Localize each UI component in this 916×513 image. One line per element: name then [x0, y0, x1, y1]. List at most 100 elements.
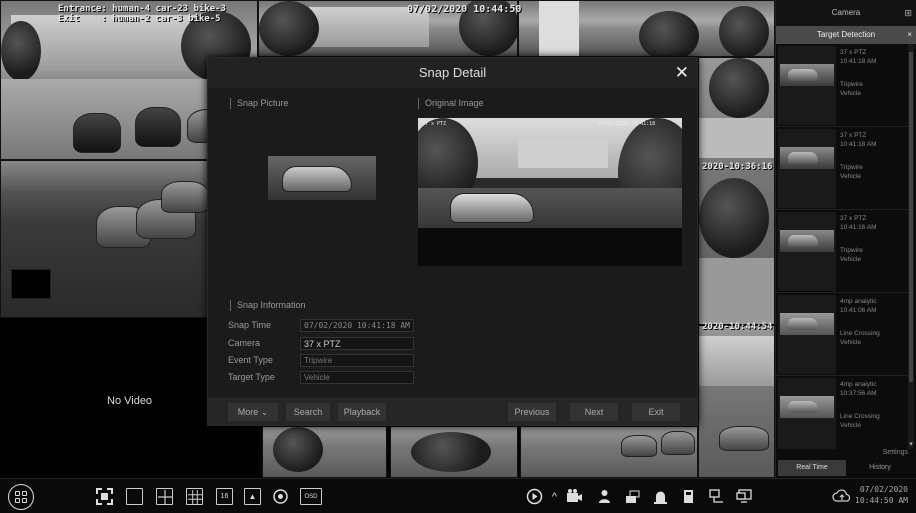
camera-tile-5[interactable] — [698, 325, 775, 478]
detection-thumbnail — [778, 212, 836, 291]
counting-overlay: Entrance: human-4 car-23 bike-3 Exit : h… — [58, 4, 226, 24]
detection-target: Vehicle — [840, 173, 861, 180]
cloud-upload-icon[interactable] — [832, 488, 852, 504]
close-icon[interactable]: ✕ — [675, 58, 689, 88]
sequence-icon[interactable]: ▲ — [244, 488, 261, 505]
detection-thumbnail — [778, 295, 836, 374]
tab-history[interactable]: History — [846, 460, 914, 476]
entrance-count: Entrance: human-4 car-23 bike-3 — [58, 4, 226, 14]
detection-time: 10:41:16 AM — [840, 224, 877, 231]
camera-tile-6[interactable] — [262, 426, 387, 478]
layout-1-icon[interactable] — [126, 488, 143, 505]
detection-item[interactable]: 4mp analytic 10:37:56 AM Line Crossing V… — [776, 376, 909, 449]
snap-time-value: 07/02/2020 10:41:18 AM — [300, 319, 414, 332]
camera-value: 37 x PTZ — [300, 337, 414, 350]
dialog-button-bar: More ⌄ Search Playback Previous Next Exi… — [208, 398, 697, 425]
settings-link[interactable]: Settings — [883, 449, 908, 456]
snap-information-label: Snap Information — [230, 300, 306, 311]
camera-label: Camera — [228, 338, 261, 348]
detection-item[interactable]: 4mp analytic 10:41:06 AM Line Crossing V… — [776, 293, 909, 376]
detection-thumbnail — [778, 129, 836, 208]
view-icon[interactable] — [272, 488, 289, 505]
side-panel: Camera ⊞ Target Detection × 37 x PTZ 10:… — [775, 0, 916, 478]
detection-scrollbar[interactable]: ▾ — [908, 44, 914, 449]
camera-tile-parking[interactable] — [0, 160, 208, 318]
scrollbar-thumb[interactable] — [909, 52, 913, 382]
event-type-label: Event Type — [228, 355, 273, 365]
tab-real-time[interactable]: Real Time — [778, 460, 846, 476]
clock-date: 07/02/2020 — [859, 485, 908, 494]
layout-9-icon[interactable] — [186, 488, 203, 505]
camera-tile-7[interactable] — [390, 426, 518, 478]
detection-list: 37 x PTZ 10:41:18 AM Tripwire Vehicle 37… — [776, 44, 909, 449]
no-video-label: No Video — [107, 395, 153, 407]
person-icon[interactable] — [596, 488, 613, 505]
snap-time-label: Snap Time — [228, 320, 272, 330]
original-image-camera-stamp: 37 x PTZ — [422, 121, 447, 127]
target-type-label: Target Type — [228, 372, 275, 382]
osd-button[interactable]: OSD — [300, 488, 322, 505]
monitor-icon[interactable] — [736, 488, 753, 505]
chevron-down-icon: ⌄ — [260, 407, 269, 417]
detection-item[interactable]: 37 x PTZ 10:41:18 AM Tripwire Vehicle — [776, 127, 909, 210]
detection-target: Vehicle — [840, 256, 861, 263]
camera-tile-4[interactable] — [698, 57, 775, 325]
alarm-icon[interactable] — [652, 488, 669, 505]
detection-camera: 37 x PTZ — [840, 215, 867, 222]
detection-item[interactable]: 37 x PTZ 10:41:16 AM Tripwire Vehicle — [776, 210, 909, 293]
target-detection-header: Target Detection × — [776, 26, 916, 44]
bottom-toolbar: 16 ▲ OSD ^ 07/02/2020 10:44:50 AM — [0, 478, 916, 513]
original-image: 37 x PTZ 07/02/2020 10:41:18 — [418, 118, 682, 266]
record-icon[interactable] — [566, 488, 583, 505]
detection-thumbnail — [778, 378, 836, 449]
pin-icon[interactable]: ⊞ — [904, 0, 912, 26]
detection-camera: 37 x PTZ — [840, 132, 867, 139]
camera-timestamp-3: 2020-10:44:54 — [702, 322, 773, 332]
play-icon[interactable] — [526, 488, 543, 505]
detection-event: Line Crossing — [840, 330, 880, 337]
detection-event: Tripwire — [840, 81, 863, 88]
detection-event: Tripwire — [840, 247, 863, 254]
panel-tabs: Real Time History — [778, 460, 914, 476]
detection-target: Vehicle — [840, 422, 861, 429]
detection-thumbnail — [778, 46, 836, 125]
detection-item[interactable]: 37 x PTZ 10:41:18 AM Tripwire Vehicle — [776, 44, 909, 127]
target-detection-title: Target Detection — [816, 30, 876, 39]
dialog-titlebar: Snap Detail ✕ — [208, 58, 697, 88]
osd-label: OSD — [304, 493, 318, 500]
detection-target: Vehicle — [840, 339, 861, 346]
network-icon[interactable] — [708, 488, 725, 505]
fullscreen-icon[interactable] — [96, 488, 113, 505]
close-icon[interactable]: × — [907, 26, 912, 44]
detection-target: Vehicle — [840, 90, 861, 97]
playback-button[interactable]: Playback — [338, 403, 386, 421]
original-image-time-stamp: 07/02/2020 10:41:18 — [598, 121, 656, 127]
search-button[interactable]: Search — [286, 403, 330, 421]
camera-tile-3[interactable] — [518, 0, 775, 57]
detection-camera: 4mp analytic — [840, 381, 877, 388]
detection-time: 10:41:18 AM — [840, 141, 877, 148]
event-type-value: Tripwire — [300, 354, 414, 367]
detection-camera: 4mp analytic — [840, 298, 877, 305]
exit-button[interactable]: Exit — [632, 403, 680, 421]
detection-time: 10:41:06 AM — [840, 307, 877, 314]
original-image-label: Original Image — [418, 98, 484, 109]
detection-event: Tripwire — [840, 164, 863, 171]
snap-picture-label: Snap Picture — [230, 98, 289, 109]
chevron-up-icon[interactable]: ^ — [546, 488, 563, 505]
target-type-value: Vehicle — [300, 371, 414, 384]
disk-icon[interactable] — [680, 488, 697, 505]
more-button[interactable]: More ⌄ — [228, 403, 278, 421]
start-menu-icon[interactable] — [8, 484, 34, 510]
snapshot-icon[interactable] — [624, 488, 641, 505]
detection-time: 10:41:18 AM — [840, 58, 877, 65]
clock-time: 10:44:50 AM — [855, 496, 908, 505]
detection-camera: 37 x PTZ — [840, 49, 867, 56]
layout-16-icon[interactable]: 16 — [216, 488, 233, 505]
chevron-down-icon[interactable]: ▾ — [908, 441, 914, 449]
camera-tile-8[interactable] — [520, 426, 698, 478]
layout-4-icon[interactable] — [156, 488, 173, 505]
previous-button[interactable]: Previous — [508, 403, 556, 421]
next-button[interactable]: Next — [570, 403, 618, 421]
detection-time: 10:37:56 AM — [840, 390, 877, 397]
